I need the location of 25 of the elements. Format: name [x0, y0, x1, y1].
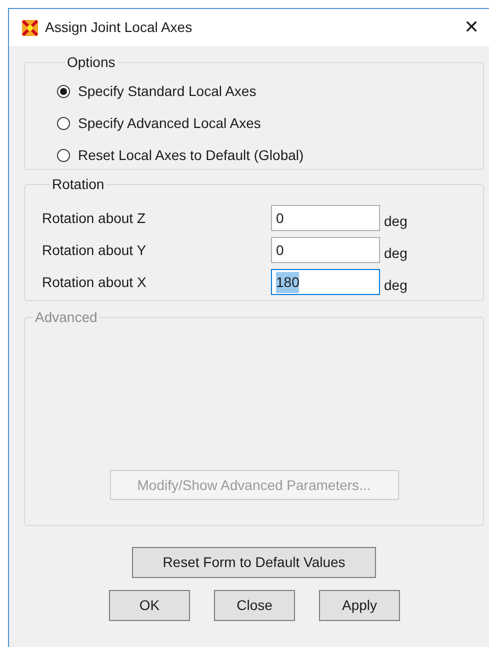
unit-label: deg [384, 276, 408, 295]
field-label: Rotation about X [42, 272, 148, 292]
field-label: Rotation about Z [42, 208, 147, 228]
field-label: Rotation about Y [42, 240, 148, 260]
radio-button[interactable] [57, 116, 70, 130]
window-title: Assign Joint Local Axes [45, 18, 192, 37]
group-label: Advanced [34, 308, 98, 327]
option-label[interactable]: Specify Standard Local Axes [78, 80, 256, 102]
close-button[interactable]: ✕ [460, 14, 483, 41]
dialog-button[interactable]: OK [109, 590, 190, 621]
group-label: Options [66, 53, 116, 72]
dialog-button[interactable]: Apply [319, 590, 400, 621]
number-field[interactable]: 180 [271, 269, 380, 295]
unit-label: deg [384, 244, 408, 263]
reset-button[interactable]: Reset Form to Default Values [132, 547, 376, 578]
radio-button[interactable] [57, 84, 70, 98]
dialog-button[interactable]: Close [214, 590, 295, 621]
option-label[interactable]: Specify Advanced Local Axes [78, 112, 261, 134]
number-field[interactable]: 0 [271, 205, 380, 231]
number-field[interactable]: 0 [271, 237, 380, 263]
radio-button[interactable] [57, 148, 70, 162]
app-logo-icon [21, 18, 39, 36]
group-label: Rotation [51, 175, 106, 194]
unit-label: deg [384, 212, 408, 231]
option-label[interactable]: Reset Local Axes to Default (Global) [78, 144, 304, 166]
